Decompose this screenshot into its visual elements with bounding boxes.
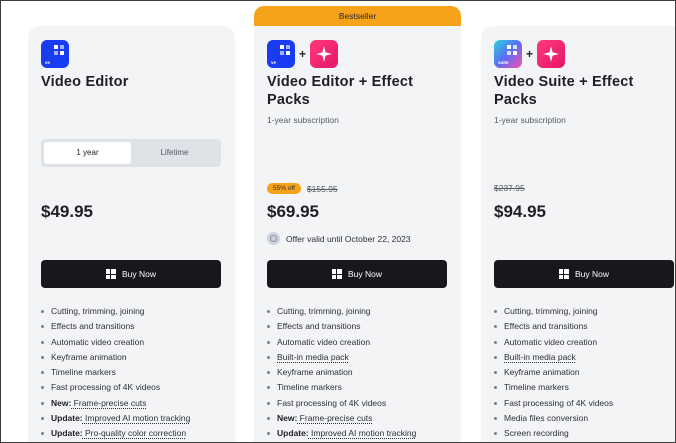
- plan-subtitle: 1-year subscription: [494, 115, 566, 125]
- windows-icon: [558, 269, 569, 279]
- plan-price: $49.95: [41, 202, 93, 221]
- feature-item: Keyframe animation: [267, 365, 416, 380]
- plan-title: Video Editor + Effect Packs: [267, 74, 414, 108]
- video-editor-app-icon: ve: [267, 40, 295, 68]
- product-icons: suite +: [494, 40, 566, 68]
- plan-price: $69.95: [267, 202, 319, 221]
- feature-item: Keyframe animation: [494, 365, 613, 380]
- buy-now-label: Buy Now: [347, 269, 382, 279]
- feature-item: Cutting, trimming, joining: [494, 304, 613, 319]
- feature-item[interactable]: Update: Pro-quality color correction: [41, 426, 190, 441]
- offer-validity: Offer valid until October 22, 2023: [267, 232, 411, 245]
- feature-item: Media files conversion: [494, 411, 613, 426]
- old-price: $155.95: [306, 183, 338, 194]
- video-editor-app-icon: ve: [41, 40, 69, 68]
- discount-badge: 55% off: [267, 183, 301, 194]
- old-price: $237.95: [494, 183, 525, 193]
- feature-item: Automatic video creation: [41, 335, 190, 350]
- feature-item: Cutting, trimming, joining: [41, 304, 190, 319]
- plus-icon: +: [299, 47, 307, 61]
- feature-item: Timeline markers: [41, 365, 190, 380]
- buy-now-button[interactable]: Buy Now: [41, 260, 221, 288]
- plan-subtitle: 1-year subscription: [267, 115, 339, 125]
- effects-sparkle-icon: [537, 40, 566, 68]
- feature-list: Cutting, trimming, joining Effects and t…: [494, 304, 613, 442]
- plan-card-video-suite-effect-packs: suite + Video Suite + Effect Packs 1-yea…: [481, 26, 675, 442]
- app-icon-tag: suite: [498, 60, 509, 65]
- feature-item: Screen recording: [494, 426, 613, 441]
- clock-icon: [267, 232, 280, 245]
- buy-now-button[interactable]: Buy Now: [494, 260, 674, 288]
- windows-icon: [331, 269, 342, 279]
- windows-icon: [105, 269, 116, 279]
- buy-now-button[interactable]: Buy Now: [267, 260, 447, 288]
- plan-title: Video Editor: [41, 74, 129, 90]
- feature-item: Effects and transitions: [267, 319, 416, 334]
- plus-icon: +: [526, 47, 534, 61]
- feature-item: Fast processing of 4K videos: [267, 396, 416, 411]
- feature-item[interactable]: New: Frame-precise cuts: [267, 411, 416, 426]
- toggle-option-1-year[interactable]: 1 year: [44, 142, 131, 164]
- feature-item[interactable]: Update: Improved AI motion tracking: [267, 426, 416, 441]
- feature-item: Fast processing of 4K videos: [41, 380, 190, 395]
- product-icons: ve +: [267, 40, 339, 68]
- plan-title: Video Suite + Effect Packs: [494, 74, 634, 108]
- discount-row: 55% off $155.95: [267, 183, 338, 194]
- toggle-option-lifetime[interactable]: Lifetime: [131, 142, 218, 164]
- feature-item: Fast processing of 4K videos: [494, 396, 613, 411]
- plan-price: $94.95: [494, 202, 546, 221]
- feature-item[interactable]: Built-in media pack: [267, 350, 416, 365]
- billing-period-toggle[interactable]: 1 year Lifetime: [41, 139, 221, 167]
- plan-card-video-editor: ve Video Editor 1 year Lifetime $49.95 B…: [28, 26, 235, 442]
- pricing-page: Bestseller ve Video Editor 1 year Lifeti…: [0, 0, 676, 443]
- feature-list: Cutting, trimming, joining Effects and t…: [41, 304, 190, 442]
- buy-now-label: Buy Now: [121, 269, 156, 279]
- plan-card-video-editor-effect-packs: ve + Video Editor + Effect Packs 1-year …: [254, 26, 461, 442]
- feature-item: Timeline markers: [494, 380, 613, 395]
- app-icon-tag: ve: [45, 60, 51, 65]
- product-icons: ve: [41, 40, 69, 68]
- feature-item[interactable]: Built-in media pack: [494, 350, 613, 365]
- feature-item: Effects and transitions: [41, 319, 190, 334]
- feature-item[interactable]: Update: Improved AI motion tracking: [41, 411, 190, 426]
- app-icon-tag: ve: [271, 60, 277, 65]
- buy-now-label: Buy Now: [574, 269, 609, 279]
- feature-item: Automatic video creation: [267, 335, 416, 350]
- feature-item: Cutting, trimming, joining: [267, 304, 416, 319]
- discount-row: $237.95: [494, 183, 525, 193]
- feature-item: Automatic video creation: [494, 335, 613, 350]
- offer-text: Offer valid until October 22, 2023: [286, 233, 411, 244]
- feature-list: Cutting, trimming, joining Effects and t…: [267, 304, 416, 442]
- feature-item: Keyframe animation: [41, 350, 190, 365]
- feature-item: Timeline markers: [267, 380, 416, 395]
- feature-item[interactable]: New: Frame-precise cuts: [41, 396, 190, 411]
- effects-sparkle-icon: [310, 40, 339, 68]
- feature-item: Effects and transitions: [494, 319, 613, 334]
- video-suite-app-icon: suite: [494, 40, 522, 68]
